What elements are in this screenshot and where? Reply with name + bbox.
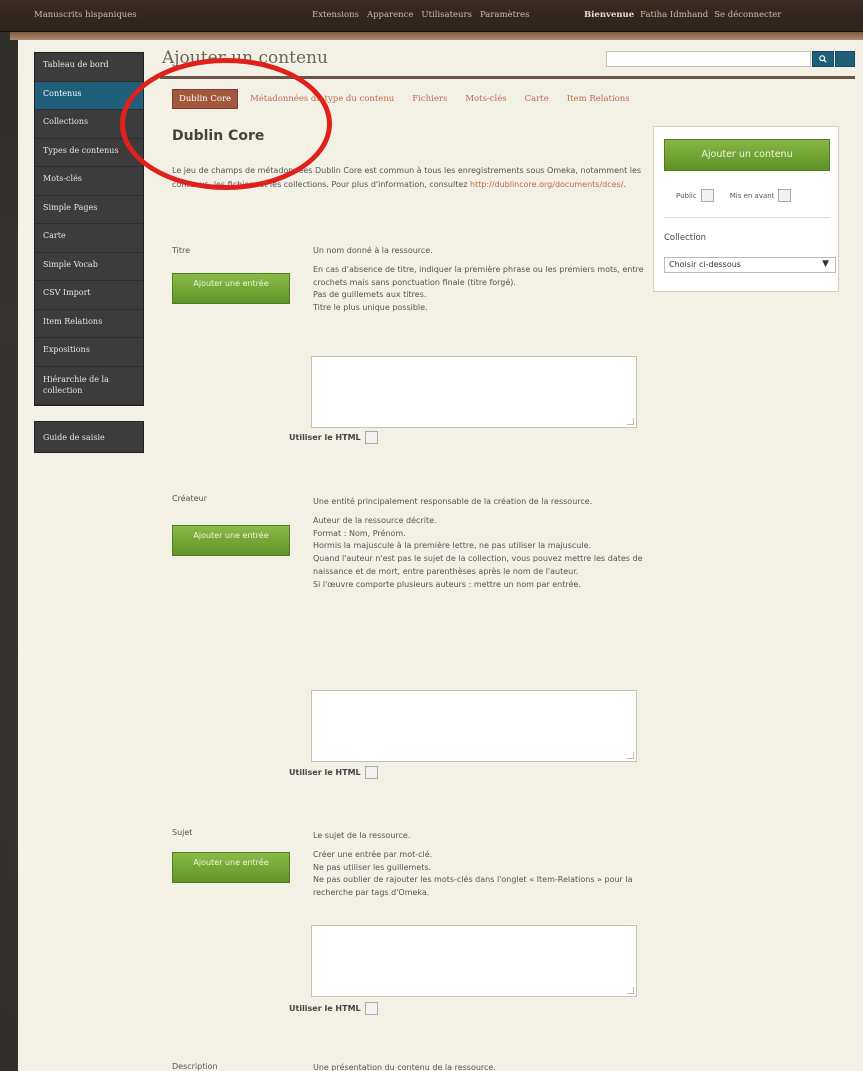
tab-files[interactable]: Fichiers (406, 90, 453, 108)
use-html-toggle-creator: Utiliser le HTML (289, 766, 378, 779)
section-intro: Le jeu de champs de métadonnées Dublin C… (172, 164, 642, 192)
field-label-description: Description (172, 1062, 218, 1071)
item-tabs: Dublin Core Métadonnées du type du conte… (172, 89, 642, 109)
header-divider (160, 76, 855, 79)
use-html-label: Utiliser le HTML (289, 768, 361, 777)
item-flags: Public Mis en avant (676, 189, 792, 202)
site-title-link[interactable]: Manuscrits hispaniques (34, 10, 137, 20)
sidebar-item-map[interactable]: Carte (35, 224, 143, 253)
chevron-down-icon: ▼ (822, 259, 829, 269)
tab-dublin-core[interactable]: Dublin Core (172, 89, 239, 109)
sidebar-item-dashboard[interactable]: Tableau de bord (35, 53, 143, 82)
welcome-label: Bienvenue (584, 10, 635, 20)
use-html-toggle-subject: Utiliser le HTML (289, 1002, 378, 1015)
field-label-creator: Créateur (172, 494, 207, 503)
sidebar-item-items[interactable]: Contenus (35, 81, 143, 110)
subject-textarea[interactable] (311, 925, 637, 997)
title-textarea[interactable] (311, 356, 637, 428)
sidebar-item-item-types[interactable]: Types de contenus (35, 139, 143, 167)
admin-topbar: Manuscrits hispaniques Extensions Appare… (0, 0, 863, 32)
field-desc-description: Une présentation du contenu de la ressou… (313, 1062, 653, 1071)
use-html-checkbox-creator[interactable] (364, 766, 378, 779)
field-label-subject: Sujet (172, 828, 193, 837)
add-item-button[interactable]: Ajouter un contenu (664, 139, 830, 171)
dublin-core-link[interactable]: http://dublincore.org/documents/dces/ (470, 180, 623, 189)
desc-description-0: Une présentation du contenu de la ressou… (313, 1063, 496, 1071)
add-entry-button-subject[interactable]: Ajouter une entrée (172, 852, 290, 883)
collection-select-value: Choisir ci-dessous (669, 260, 741, 269)
desc-creator-5: Si l'œuvre comporte plusieurs auteurs : … (313, 579, 581, 589)
desc-creator-1: Auteur de la ressource décrite. (313, 515, 437, 525)
section-title: Dublin Core (172, 128, 265, 144)
sidebar-item-simple-vocab[interactable]: Simple Vocab (35, 253, 143, 281)
use-html-label: Utiliser le HTML (289, 433, 361, 442)
nav-extensions[interactable]: Extensions (312, 10, 359, 20)
desc-title-3: Titre le plus unique possible. (313, 303, 428, 313)
topbar-accent (10, 32, 863, 40)
use-html-label: Utiliser le HTML (289, 1004, 361, 1013)
use-html-toggle-title: Utiliser le HTML (289, 431, 378, 444)
top-nav: Extensions Apparence Utilisateurs Paramè… (312, 10, 529, 20)
desc-title-1: En cas d'absence de titre, indiquer la p… (313, 264, 644, 287)
panel-divider (664, 217, 830, 218)
search-icon (819, 55, 827, 63)
desc-subject-1: Créer une entrée par mot-clé. (313, 849, 433, 859)
save-panel: Ajouter un contenu Public Mis en avant C… (653, 126, 839, 292)
field-label-title: Titre (172, 246, 191, 255)
field-desc-creator: Une entité principalement responsable de… (313, 496, 653, 592)
tab-tags[interactable]: Mots-clés (459, 90, 512, 108)
desc-creator-2: Format : Nom, Prénom. (313, 528, 406, 538)
field-desc-title: Un nom donné à la ressource. En cas d'ab… (313, 245, 653, 315)
sidebar-item-simple-pages[interactable]: Simple Pages (35, 196, 143, 224)
collection-select[interactable]: Choisir ci-dessous ▼ (664, 257, 836, 273)
use-html-checkbox-subject[interactable] (364, 1002, 378, 1015)
sidebar-item-tags[interactable]: Mots-clés (35, 167, 143, 196)
featured-checkbox[interactable] (778, 189, 792, 202)
search-button[interactable] (812, 51, 834, 67)
add-entry-button-title[interactable]: Ajouter une entrée (172, 273, 290, 304)
nav-appearance[interactable]: Apparence (367, 10, 413, 20)
nav-users[interactable]: Utilisateurs (421, 10, 472, 20)
desc-subject-3: Ne pas oublier de rajouter les mots-clés… (313, 875, 633, 898)
sidebar-item-collection-hierarchy[interactable]: Hiérarchie de la collection (35, 367, 143, 405)
desc-creator-4: Quand l'auteur n'est pas le sujet de la … (313, 554, 643, 576)
user-welcome: Bienvenue Fatiha Idmhand Se déconnecter (584, 10, 781, 20)
nav-settings[interactable]: Paramètres (480, 10, 530, 20)
sidebar-item-exhibits[interactable]: Expositions (35, 338, 143, 367)
field-desc-subject: Le sujet de la ressource. Créer une entr… (313, 830, 653, 900)
sidebar-item-csv-import[interactable]: CSV Import (35, 281, 143, 310)
advanced-search-button[interactable] (835, 51, 855, 67)
desc-subject-0: Le sujet de la ressource. (313, 831, 411, 840)
user-name-link[interactable]: Fatiha Idmhand (640, 10, 708, 20)
intro-end: . (623, 180, 626, 189)
use-html-checkbox-title[interactable] (364, 431, 378, 444)
desc-title-0: Un nom donné à la ressource. (313, 246, 433, 255)
sidebar-item-collections[interactable]: Collections (35, 110, 143, 139)
admin-sidebar: Tableau de bord Contenus Collections Typ… (34, 52, 144, 406)
featured-label: Mis en avant (729, 191, 775, 200)
desc-creator-0: Une entité principalement responsable de… (313, 497, 593, 506)
sidebar-item-item-relations[interactable]: Item Relations (35, 310, 143, 338)
tab-item-type-metadata[interactable]: Métadonnées du type du contenu (244, 90, 400, 108)
logout-link[interactable]: Se déconnecter (714, 10, 781, 20)
page-title: Ajouter un contenu (162, 48, 328, 68)
tab-map[interactable]: Carte (519, 90, 555, 108)
add-entry-button-creator[interactable]: Ajouter une entrée (172, 525, 290, 556)
creator-textarea[interactable] (311, 690, 637, 762)
search-input[interactable] (606, 51, 811, 67)
desc-subject-2: Ne pas utiliser les guillemets. (313, 862, 432, 872)
public-checkbox[interactable] (700, 189, 714, 202)
sidebar-item-guide[interactable]: Guide de saisie (35, 422, 143, 442)
collection-label: Collection (664, 233, 707, 243)
guide-sidebar: Guide de saisie (34, 421, 144, 453)
tab-item-relations[interactable]: Item Relations (561, 90, 636, 108)
public-label: Public (676, 191, 697, 200)
desc-title-2: Pas de guillemets aux titres. (313, 290, 427, 300)
desc-creator-3: Hormis la majuscule à la première lettre… (313, 541, 592, 551)
